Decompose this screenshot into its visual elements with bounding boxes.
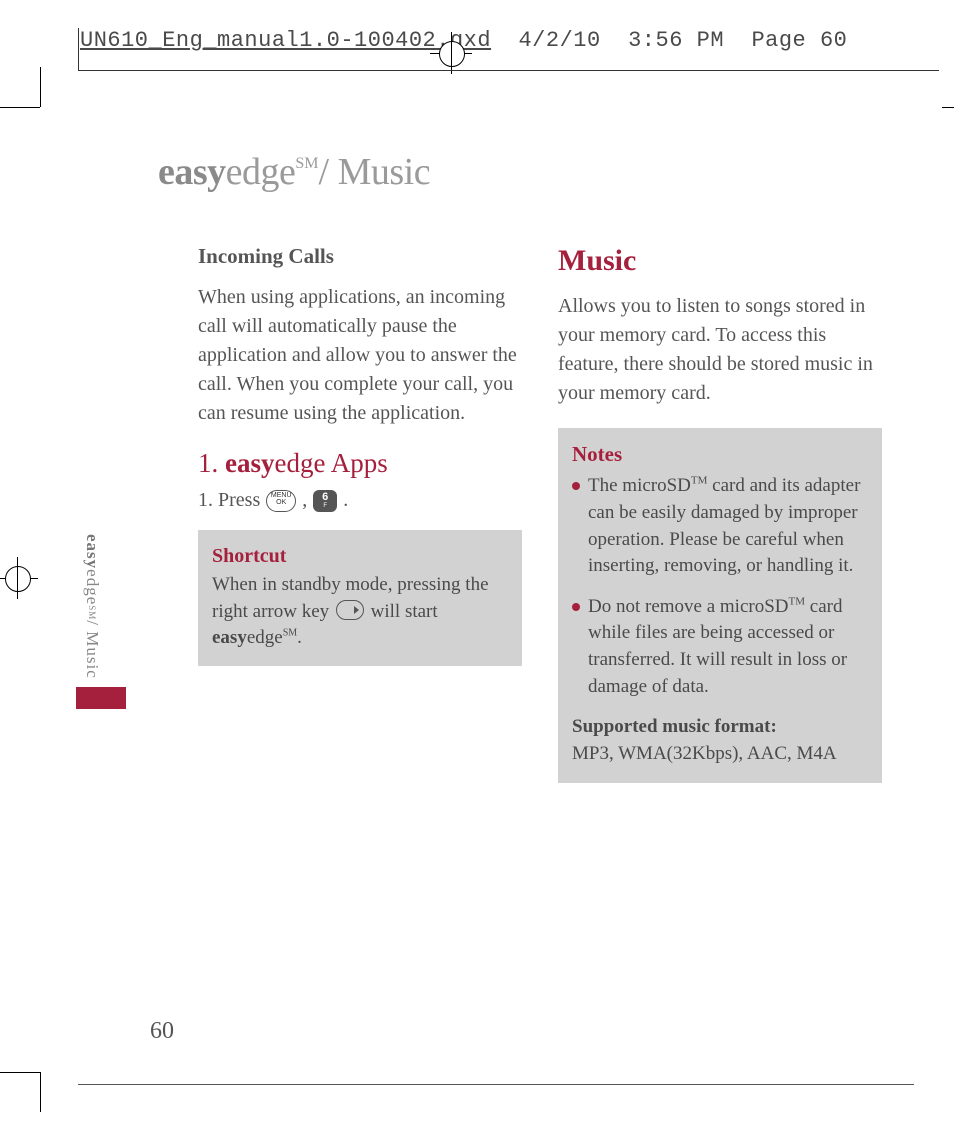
shortcut-title: Shortcut: [212, 542, 508, 570]
trim-line-left: [78, 28, 79, 70]
page-number: 60: [150, 1018, 174, 1045]
left-column: Incoming Calls When using applications, …: [198, 244, 522, 783]
notes-title: Notes: [572, 440, 868, 469]
columns: Incoming Calls When using applications, …: [198, 244, 882, 783]
note-item-1: The microSDTM card and its adapter can b…: [572, 473, 868, 579]
crop-mark: [40, 67, 41, 107]
incoming-calls-paragraph: When using applications, an incoming cal…: [198, 283, 522, 428]
bullet-icon: [572, 603, 580, 611]
supported-label: Supported music format:: [572, 716, 777, 737]
trim-line-bottom: [78, 1084, 914, 1085]
step-period: .: [343, 489, 348, 512]
proof-page: Page 60: [751, 28, 847, 53]
right-arrow-key-icon: [336, 600, 364, 620]
crop-mark: [0, 107, 40, 108]
supported-value: MP3, WMA(32Kbps), AAC, M4A: [572, 743, 837, 764]
shortcut-text-post1: will start: [366, 601, 438, 622]
note-2-text: Do not remove a microSDTM card while fil…: [588, 594, 868, 700]
registration-mark-left: [0, 557, 38, 599]
music-heading: Music: [558, 244, 882, 278]
six-key-icon: 6F: [313, 490, 337, 512]
crop-mark: [942, 107, 954, 108]
step-comma: ,: [302, 489, 307, 512]
bullet-icon: [572, 482, 580, 490]
supported-format: Supported music format: MP3, WMA(32Kbps)…: [572, 714, 868, 767]
proof-date: 4/2/10: [518, 28, 600, 53]
notes-callout: Notes The microSDTM card and its adapter…: [558, 428, 882, 783]
music-paragraph: Allows you to listen to songs stored in …: [558, 292, 882, 408]
note-1-text: The microSDTM card and its adapter can b…: [588, 473, 868, 579]
proof-time: 3:56 PM: [628, 28, 724, 53]
note-item-2: Do not remove a microSDTM card while fil…: [572, 594, 868, 700]
menu-ok-key-icon: MENUOK: [266, 490, 296, 512]
incoming-calls-heading: Incoming Calls: [198, 244, 522, 269]
page: UN610_Eng_manual1.0-100402.qxd 4/2/10 3:…: [0, 0, 954, 1145]
right-column: Music Allows you to listen to songs stor…: [558, 244, 882, 783]
shortcut-callout: Shortcut When in standby mode, pressing …: [198, 530, 522, 666]
content-area: easyedgeSM/ Music Incoming Calls When us…: [78, 70, 942, 1085]
crop-mark: [40, 1072, 41, 1112]
crop-mark: [0, 1072, 40, 1073]
registration-mark-top: [430, 32, 472, 74]
easyedge-apps-heading: 1. easyedge Apps: [198, 448, 522, 479]
step-text-prefix: 1. Press: [198, 489, 260, 512]
step-1: 1. Press MENUOK , 6F .: [198, 489, 522, 512]
page-title: easyedgeSM/ Music: [158, 150, 882, 194]
